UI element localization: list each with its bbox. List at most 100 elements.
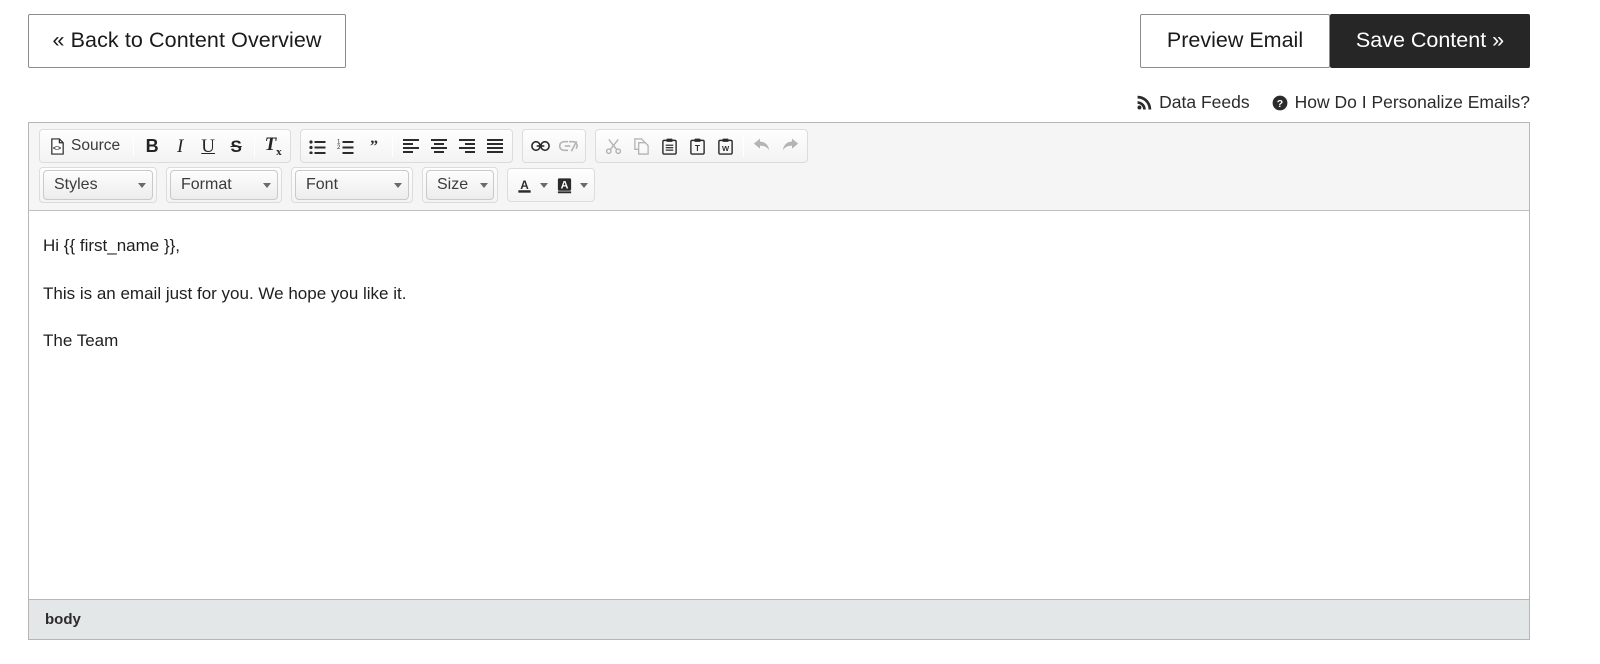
text-color-icon: A xyxy=(516,177,533,194)
preview-email-button[interactable]: Preview Email xyxy=(1140,14,1330,68)
italic-icon: I xyxy=(176,135,184,157)
background-color-icon: A xyxy=(556,177,573,194)
paste-as-plain-text-button[interactable]: T xyxy=(683,132,711,160)
cut-button[interactable] xyxy=(599,132,627,160)
redo-arrow-icon xyxy=(781,138,799,154)
toolbar-separator xyxy=(254,135,256,157)
font-select-label: Font xyxy=(306,176,339,193)
size-select-label: Size xyxy=(437,176,469,193)
blockquote-icon: ” xyxy=(365,138,383,154)
paste-icon xyxy=(661,138,678,155)
chevron-down-icon xyxy=(138,182,146,188)
toolbar-separator xyxy=(392,135,394,157)
paste-button[interactable] xyxy=(655,132,683,160)
data-feeds-link[interactable]: Data Feeds xyxy=(1137,92,1250,113)
helper-links: Data Feeds ? How Do I Personalize Emails… xyxy=(1137,92,1530,113)
underline-icon: U xyxy=(201,135,215,157)
paste-text-icon: T xyxy=(689,138,706,155)
chevron-down-icon xyxy=(394,182,402,188)
size-select-wrap: Size xyxy=(422,167,498,203)
personalize-emails-help-link[interactable]: ? How Do I Personalize Emails? xyxy=(1272,92,1530,113)
strikethrough-button[interactable]: S xyxy=(222,132,250,160)
underline-button[interactable]: U xyxy=(194,132,222,160)
copy-icon xyxy=(633,137,650,155)
numbered-list-button[interactable]: 1 2 xyxy=(332,132,360,160)
chevron-down-icon xyxy=(263,182,271,188)
svg-text:?: ? xyxy=(1276,98,1282,110)
source-button[interactable]: <> Source xyxy=(43,132,129,160)
toolbar-group-clipboard: T W xyxy=(595,129,809,163)
background-color-button[interactable]: A xyxy=(551,171,577,199)
align-right-button[interactable] xyxy=(453,132,481,160)
email-paragraph: The Team xyxy=(43,331,119,350)
data-feeds-label: Data Feeds xyxy=(1159,92,1250,112)
remove-format-button[interactable]: Tx xyxy=(259,132,287,160)
svg-text:2: 2 xyxy=(337,145,341,151)
source-button-label: Source xyxy=(71,137,121,154)
editor-toolbar: <> Source B I U S Tx 1 2 ” T W Styles Fo… xyxy=(29,123,1529,211)
font-select-wrap: Font xyxy=(291,167,413,203)
bold-button[interactable]: B xyxy=(138,132,166,160)
redo-button[interactable] xyxy=(776,132,804,160)
chevron-down-icon xyxy=(580,182,588,188)
text-color-button[interactable]: A xyxy=(511,171,537,199)
align-left-icon xyxy=(402,139,420,153)
paste-from-word-button[interactable]: W xyxy=(711,132,739,160)
page-header-toolbar: « Back to Content Overview Preview Email… xyxy=(0,0,1600,82)
align-center-icon xyxy=(430,139,448,153)
undo-arrow-icon xyxy=(753,138,771,154)
align-right-icon xyxy=(458,139,476,153)
text-color-dropdown-arrow[interactable] xyxy=(537,171,551,199)
chevron-down-icon xyxy=(540,182,548,188)
editor-status-bar: body xyxy=(29,599,1529,639)
styles-select[interactable]: Styles xyxy=(43,170,153,200)
save-content-button[interactable]: Save Content » xyxy=(1330,14,1530,68)
element-path-body[interactable]: body xyxy=(45,611,81,628)
svg-text:T: T xyxy=(695,144,700,153)
email-paragraph: This is an email just for you. We hope y… xyxy=(43,283,407,303)
svg-text:A: A xyxy=(560,179,568,191)
size-select[interactable]: Size xyxy=(426,170,494,200)
align-left-button[interactable] xyxy=(397,132,425,160)
copy-button[interactable] xyxy=(627,132,655,160)
align-center-button[interactable] xyxy=(425,132,453,160)
remove-format-icon: Tx xyxy=(264,133,282,158)
toolbar-group-basic: <> Source B I U S Tx xyxy=(39,129,292,163)
personalize-emails-help-label: How Do I Personalize Emails? xyxy=(1294,92,1530,112)
align-justify-button[interactable] xyxy=(481,132,509,160)
svg-text:<>: <> xyxy=(53,144,61,152)
toolbar-row-1: <> Source B I U S Tx 1 2 ” T W xyxy=(39,129,1521,163)
svg-text:”: ” xyxy=(370,138,378,154)
undo-button[interactable] xyxy=(748,132,776,160)
toolbar-separator xyxy=(743,135,745,157)
link-icon xyxy=(530,139,550,153)
align-justify-icon xyxy=(486,139,504,153)
link-button[interactable] xyxy=(526,132,554,160)
background-color-dropdown-arrow[interactable] xyxy=(577,171,591,199)
svg-text:A: A xyxy=(520,177,529,191)
toolbar-group-links xyxy=(522,129,587,163)
email-body-editable-area[interactable]: Hi {{ first_name }}, This is an email ju… xyxy=(29,211,1529,599)
format-select-label: Format xyxy=(181,176,232,193)
back-to-content-overview-button[interactable]: « Back to Content Overview xyxy=(28,14,346,68)
chevron-down-icon xyxy=(480,182,489,188)
rss-icon xyxy=(1137,95,1152,110)
toolbar-group-colors: A A xyxy=(507,168,595,202)
italic-button[interactable]: I xyxy=(166,132,194,160)
toolbar-separator xyxy=(133,135,135,157)
font-select[interactable]: Font xyxy=(295,170,409,200)
bulleted-list-icon xyxy=(309,138,327,154)
strikethrough-icon: S xyxy=(230,136,242,156)
email-paragraph: Hi {{ first_name }}, xyxy=(43,236,181,255)
svg-text:W: W xyxy=(722,144,730,153)
format-select[interactable]: Format xyxy=(170,170,278,200)
bulleted-list-button[interactable] xyxy=(304,132,332,160)
unlink-button[interactable] xyxy=(554,132,582,160)
bold-icon: B xyxy=(145,136,159,156)
styles-select-wrap: Styles xyxy=(39,167,157,203)
scissors-icon xyxy=(605,138,622,155)
question-circle-icon: ? xyxy=(1272,95,1288,111)
numbered-list-icon: 1 2 xyxy=(337,138,355,154)
blockquote-button[interactable]: ” xyxy=(360,132,388,160)
paste-word-icon: W xyxy=(717,138,734,155)
